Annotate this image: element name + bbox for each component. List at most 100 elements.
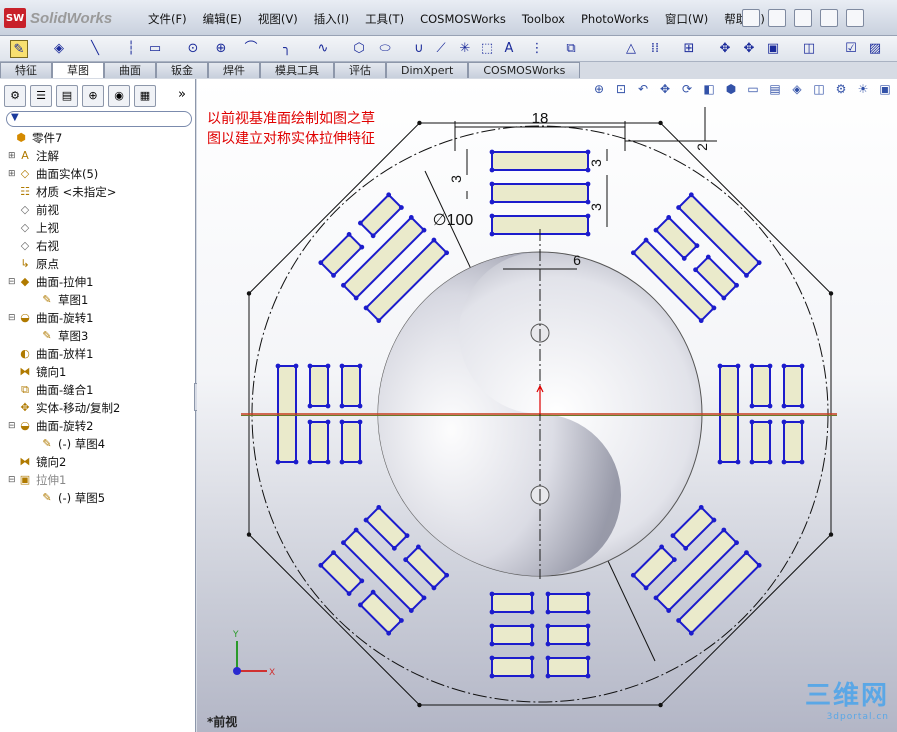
tab-cosmosworks[interactable]: COSMOSWorks — [468, 62, 581, 78]
menu-edit[interactable]: 编辑(E) — [195, 10, 250, 28]
graphics-area[interactable]: 18 2 3 3 3 6 ∅100 Y X ⊕ ⊡ ↶ ✥ ⟳ ◧ ⬢ ▭ ▤ ◈ ◫ ⚙ ☀… — [197, 79, 897, 732]
tree-item[interactable]: ⊟ ◆ 曲面-拉伸1 — [4, 273, 194, 291]
tree-item[interactable]: ✎ 草图1 — [4, 291, 194, 309]
tree-item[interactable]: ✎ (-) 草图4 — [4, 435, 194, 453]
quick-snaps-icon[interactable]: ☑ — [842, 40, 860, 58]
menu-photoworks[interactable]: PhotoWorks — [573, 10, 657, 28]
sketch-picture-icon[interactable]: ▣ — [764, 40, 782, 58]
appearance-tab-icon[interactable]: ▦ — [134, 85, 156, 107]
linear-pattern-icon[interactable]: ⁞⁞ — [646, 40, 664, 58]
panel-chevron-icon[interactable]: » — [178, 87, 186, 102]
menu-tools[interactable]: 工具(T) — [357, 10, 412, 28]
display-manager-tab-icon[interactable]: ◉ — [108, 85, 130, 107]
construction-geometry-icon[interactable]: ⬚ — [478, 40, 496, 58]
menu-insert[interactable]: 插入(I) — [306, 10, 357, 28]
menu-view[interactable]: 视图(V) — [250, 10, 306, 28]
property-manager-tab-icon[interactable]: ☰ — [30, 85, 52, 107]
tree-item[interactable]: ⧓ 镜向2 — [4, 453, 194, 471]
point-icon[interactable]: ✳ — [456, 40, 474, 58]
tree-item[interactable]: ⊟ ◒ 曲面-旋转1 — [4, 309, 194, 327]
smart-dimension-icon[interactable]: ◈ — [50, 40, 68, 58]
tab-dimxpert[interactable]: DimXpert — [386, 62, 469, 78]
menu-cosmosworks[interactable]: COSMOSWorks — [412, 10, 514, 28]
edit-appearance-icon[interactable]: ◈ — [789, 81, 805, 97]
zoom-to-fit-icon[interactable]: ⊕ — [591, 81, 607, 97]
move-entities-icon[interactable]: ✥ — [716, 40, 734, 58]
tree-item[interactable]: ◇ 上视 — [4, 219, 194, 237]
tab-sketch[interactable]: 草图 — [52, 62, 104, 78]
ellipse-icon[interactable]: ⬭ — [376, 40, 394, 58]
dimxpert-manager-tab-icon[interactable]: ⊕ — [82, 85, 104, 107]
tab-surfaces[interactable]: 曲面 — [104, 62, 156, 78]
tab-evaluate[interactable]: 评估 — [334, 62, 386, 78]
text-icon[interactable]: A — [500, 40, 518, 58]
open-icon[interactable] — [794, 9, 812, 27]
parabola-icon[interactable]: ∪ — [410, 40, 428, 58]
tree-item[interactable]: ⬢ 零件7 — [4, 129, 194, 147]
tree-item[interactable]: ◇ 前视 — [4, 201, 194, 219]
perimeter-circle-icon[interactable]: ⊕ — [212, 40, 230, 58]
tree-item[interactable]: ◇ 右视 — [4, 237, 194, 255]
tab-features[interactable]: 特征 — [0, 62, 52, 78]
tab-sheet-metal[interactable]: 钣金 — [156, 62, 208, 78]
apply-scene-icon[interactable]: ◫ — [811, 81, 827, 97]
section-view-icon[interactable]: ◧ — [701, 81, 717, 97]
rotate-entities-icon[interactable]: ✥ — [740, 40, 758, 58]
expand-toggle-icon[interactable]: ⊟ — [8, 313, 18, 323]
tree-item[interactable]: ☷ 材质 <未指定> — [4, 183, 194, 201]
image-icon[interactable]: ▨ — [866, 40, 884, 58]
previous-view-icon[interactable]: ↶ — [635, 81, 651, 97]
pin-icon[interactable] — [742, 9, 760, 27]
tree-item[interactable]: ⊟ ◒ 曲面-旋转2 — [4, 417, 194, 435]
line-icon[interactable]: ╲ — [86, 40, 104, 58]
pan-icon[interactable]: ✥ — [657, 81, 673, 97]
tree-item[interactable]: ✎ 草图3 — [4, 327, 194, 345]
rectangle-icon[interactable]: ▭ — [146, 40, 164, 58]
arc-icon[interactable]: ⌒ — [242, 40, 260, 58]
centerline-icon[interactable]: ┆ — [122, 40, 140, 58]
rotate-icon[interactable]: ⟳ — [679, 81, 695, 97]
view-orientation-icon[interactable]: ⬢ — [723, 81, 739, 97]
menu-window[interactable]: 窗口(W) — [657, 10, 716, 28]
tree-item[interactable]: ⧓ 镜向1 — [4, 363, 194, 381]
polygon-icon[interactable]: ⬡ — [350, 40, 368, 58]
fillet-icon[interactable]: ╮ — [278, 40, 296, 58]
slot-icon[interactable]: ⟋ — [432, 40, 450, 58]
tab-weldments[interactable]: 焊件 — [208, 62, 260, 78]
configuration-manager-tab-icon[interactable]: ▤ — [56, 85, 78, 107]
tree-item[interactable]: ✎ (-) 草图5 — [4, 489, 194, 507]
feature-manager-tab-icon[interactable]: ⚙ — [4, 85, 26, 107]
expand-toggle-icon[interactable]: ⊞ — [8, 169, 18, 179]
display-style-icon[interactable]: ▭ — [745, 81, 761, 97]
realview-icon[interactable]: ▣ — [877, 81, 893, 97]
tree-item[interactable]: ⊞ ◇ 曲面实体(5) — [4, 165, 194, 183]
tab-mold-tools[interactable]: 模具工具 — [260, 62, 334, 78]
view-settings-icon[interactable]: ⚙ — [833, 81, 849, 97]
tree-item[interactable]: ↳ 原点 — [4, 255, 194, 273]
menu-toolbox[interactable]: Toolbox — [514, 10, 573, 28]
hide-show-icon[interactable]: ▤ — [767, 81, 783, 97]
sketch-icon[interactable]: ✎ — [10, 40, 28, 58]
menu-file[interactable]: 文件(F) — [140, 10, 195, 28]
tree-item[interactable]: ⧉ 曲面-缝合1 — [4, 381, 194, 399]
spline-icon[interactable]: ∿ — [314, 40, 332, 58]
expand-toggle-icon[interactable]: ⊟ — [8, 475, 18, 485]
expand-toggle-icon[interactable]: ⊟ — [8, 277, 18, 287]
mirror-entities-icon[interactable]: ⋮ — [528, 40, 546, 58]
feature-filter-input[interactable]: ▼ — [6, 111, 192, 127]
shadows-icon[interactable]: ☀ — [855, 81, 871, 97]
offset-entities-icon[interactable]: ⧉ — [562, 40, 580, 58]
3d-sketch-icon[interactable]: ◫ — [800, 40, 818, 58]
tree-item[interactable]: ◐ 曲面-放样1 — [4, 345, 194, 363]
expand-toggle-icon[interactable]: ⊞ — [8, 151, 18, 161]
repair-sketch-icon[interactable]: △ — [622, 40, 640, 58]
expand-toggle-icon[interactable]: ⊟ — [8, 421, 18, 431]
relations-icon[interactable]: ⊞ — [680, 40, 698, 58]
save-icon[interactable] — [820, 9, 838, 27]
tree-item[interactable]: ⊞ A 注解 — [4, 147, 194, 165]
print-icon[interactable] — [846, 9, 864, 27]
circle-icon[interactable]: ⊙ — [184, 40, 202, 58]
zoom-to-area-icon[interactable]: ⊡ — [613, 81, 629, 97]
tree-item[interactable]: ⊟ ▣ 拉伸1 — [4, 471, 194, 489]
new-document-icon[interactable] — [768, 9, 786, 27]
